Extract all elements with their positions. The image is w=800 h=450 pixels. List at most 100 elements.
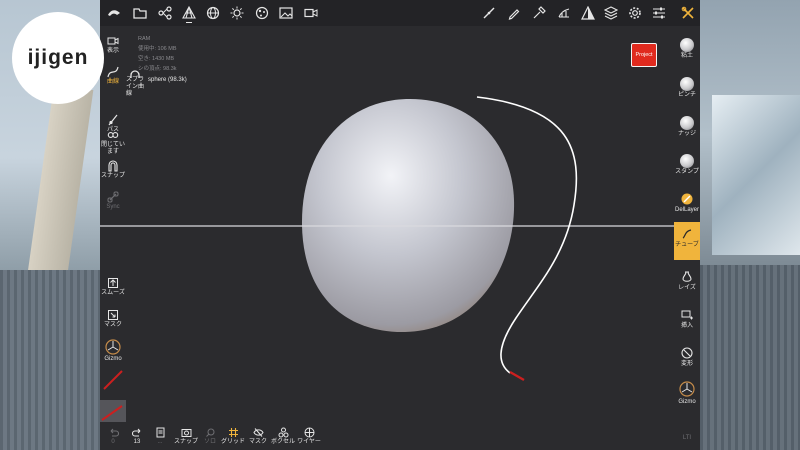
document-icon — [151, 426, 169, 438]
smooth-icon — [100, 276, 126, 290]
closed-toggle[interactable]: 閉じています — [100, 128, 126, 156]
stroke-color-swatch[interactable] — [100, 369, 126, 391]
view-tool[interactable]: 表示 — [100, 34, 126, 55]
layers-icon[interactable] — [602, 4, 620, 22]
viewport[interactable] — [126, 26, 674, 424]
lathe-tool-label: レイズ — [678, 285, 696, 291]
stamp-brush[interactable]: スタンプ — [674, 154, 700, 176]
stamp-icon — [680, 154, 694, 168]
app-logo-icon[interactable] — [105, 4, 123, 22]
curve-tool[interactable]: 曲線 — [100, 65, 126, 86]
insert-icon — [674, 308, 700, 322]
tube-tool-label: チューブ — [675, 242, 699, 248]
gizmo-right-icon — [674, 380, 700, 398]
topology-icon[interactable] — [180, 4, 198, 22]
sync-toggle[interactable]: Sync — [100, 190, 126, 211]
headphones-icon — [130, 67, 140, 85]
link-icon — [100, 190, 126, 204]
path-icon — [100, 113, 126, 127]
snap-toggle[interactable]: スナップ — [100, 159, 126, 180]
tube-tool[interactable]: チューブ — [674, 222, 700, 260]
eye-off-icon — [247, 426, 269, 438]
background-floor — [0, 270, 100, 450]
voxel-icon — [270, 426, 296, 438]
clay-icon — [680, 38, 694, 52]
grid-button[interactable]: グリッド — [220, 426, 246, 446]
gizmo-tool-right[interactable]: Gizmo — [674, 380, 700, 406]
sculpt-app: RAM 使用中: 106 MB 空き: 1430 MB シの頂点: 98.3k … — [100, 0, 700, 450]
gear-icon[interactable] — [626, 4, 644, 22]
voxel-button[interactable]: ボクセル — [270, 426, 296, 446]
scene-graph-icon[interactable] — [156, 4, 174, 22]
red-line-swatch-icon — [103, 370, 123, 390]
wireframe-icon — [296, 426, 322, 438]
grid-icon — [220, 426, 246, 438]
gizmo-icon — [100, 338, 126, 356]
mask-tool[interactable]: マスク — [100, 308, 126, 329]
mask-visibility-label: マスク — [248, 439, 267, 445]
wireframe-button-label: ワイヤー — [297, 439, 321, 445]
pen-icon[interactable] — [505, 4, 523, 22]
dellayer-brush[interactable]: DelLayer — [674, 192, 700, 214]
sun-icon[interactable] — [228, 4, 246, 22]
folder-icon[interactable] — [131, 4, 149, 22]
fill-color-swatch[interactable] — [100, 400, 126, 422]
background-right — [700, 0, 800, 450]
top-toolbar — [100, 0, 700, 26]
gizmo-tool-left[interactable]: Gizmo — [100, 338, 126, 363]
shading-icon[interactable] — [579, 4, 597, 22]
nudge-icon — [680, 116, 694, 130]
vase-icon — [674, 270, 700, 284]
snap-button[interactable]: スナップ — [173, 426, 199, 446]
video-camera-icon[interactable] — [302, 4, 320, 22]
smooth-tool[interactable]: スムーズ — [100, 276, 126, 297]
magnet-icon — [100, 159, 126, 173]
stats-used: 使用中: 106 MB — [138, 46, 177, 52]
project-button[interactable]: Project — [631, 43, 657, 67]
tools-toggle-icon[interactable] — [679, 4, 697, 22]
brush-settings-icon[interactable] — [555, 4, 573, 22]
video-camera-icon — [100, 34, 126, 48]
mask-visibility-button[interactable]: マスク — [247, 426, 269, 446]
sliders-icon[interactable] — [650, 4, 668, 22]
mask-icon — [100, 308, 126, 322]
insert-tool[interactable]: 挿入 — [674, 308, 700, 330]
solo-button-label: ソロ — [203, 439, 216, 445]
undo-icon — [105, 426, 121, 438]
mask-tool-label: マスク — [103, 322, 122, 328]
file-button[interactable]: ... — [151, 426, 169, 446]
transform-icon — [674, 346, 700, 360]
background-window — [712, 95, 800, 255]
image-icon[interactable] — [277, 4, 295, 22]
curve-tool-label: 曲線 — [106, 79, 119, 85]
dellayer-icon — [674, 192, 700, 206]
clay-brush[interactable]: 粘土 — [674, 38, 700, 60]
transform-tool-label: 変形 — [680, 361, 693, 367]
picker-icon[interactable] — [530, 4, 548, 22]
redo-icon — [129, 426, 145, 438]
voxel-button-label: ボクセル — [270, 439, 295, 445]
red-fill-swatch-icon — [101, 405, 123, 421]
stroke-tool-icon[interactable] — [480, 4, 498, 22]
active-tab-indicator — [186, 22, 192, 23]
undo-button[interactable]: 0 — [105, 426, 121, 446]
wireframe-button[interactable]: ワイヤー — [296, 426, 322, 446]
gizmo-tool-left-label: Gizmo — [104, 356, 122, 362]
transform-tool[interactable]: 変形 — [674, 346, 700, 368]
memory-stats: RAM 使用中: 106 MB 空き: 1430 MB シの頂点: 98.3k — [138, 34, 177, 74]
tube-icon — [674, 227, 700, 241]
solo-button[interactable]: ソロ — [200, 426, 220, 446]
smooth-tool-label: スムーズ — [101, 290, 125, 296]
background-floor-right — [700, 265, 800, 450]
channel-logo: ijigen — [12, 12, 104, 104]
stats-vertices: シの頂点: 98.3k — [138, 66, 177, 72]
globe-icon[interactable] — [204, 4, 222, 22]
material-icon[interactable] — [253, 4, 271, 22]
gizmo-tool-right-label: Gizmo — [678, 399, 696, 405]
curve-icon — [100, 65, 126, 79]
pinch-brush[interactable]: ピンチ — [674, 77, 700, 99]
lathe-tool[interactable]: レイズ — [674, 270, 700, 292]
stats-ram: RAM — [138, 36, 151, 42]
redo-button[interactable]: 13 — [129, 426, 145, 446]
nudge-brush[interactable]: ナッジ — [674, 116, 700, 138]
